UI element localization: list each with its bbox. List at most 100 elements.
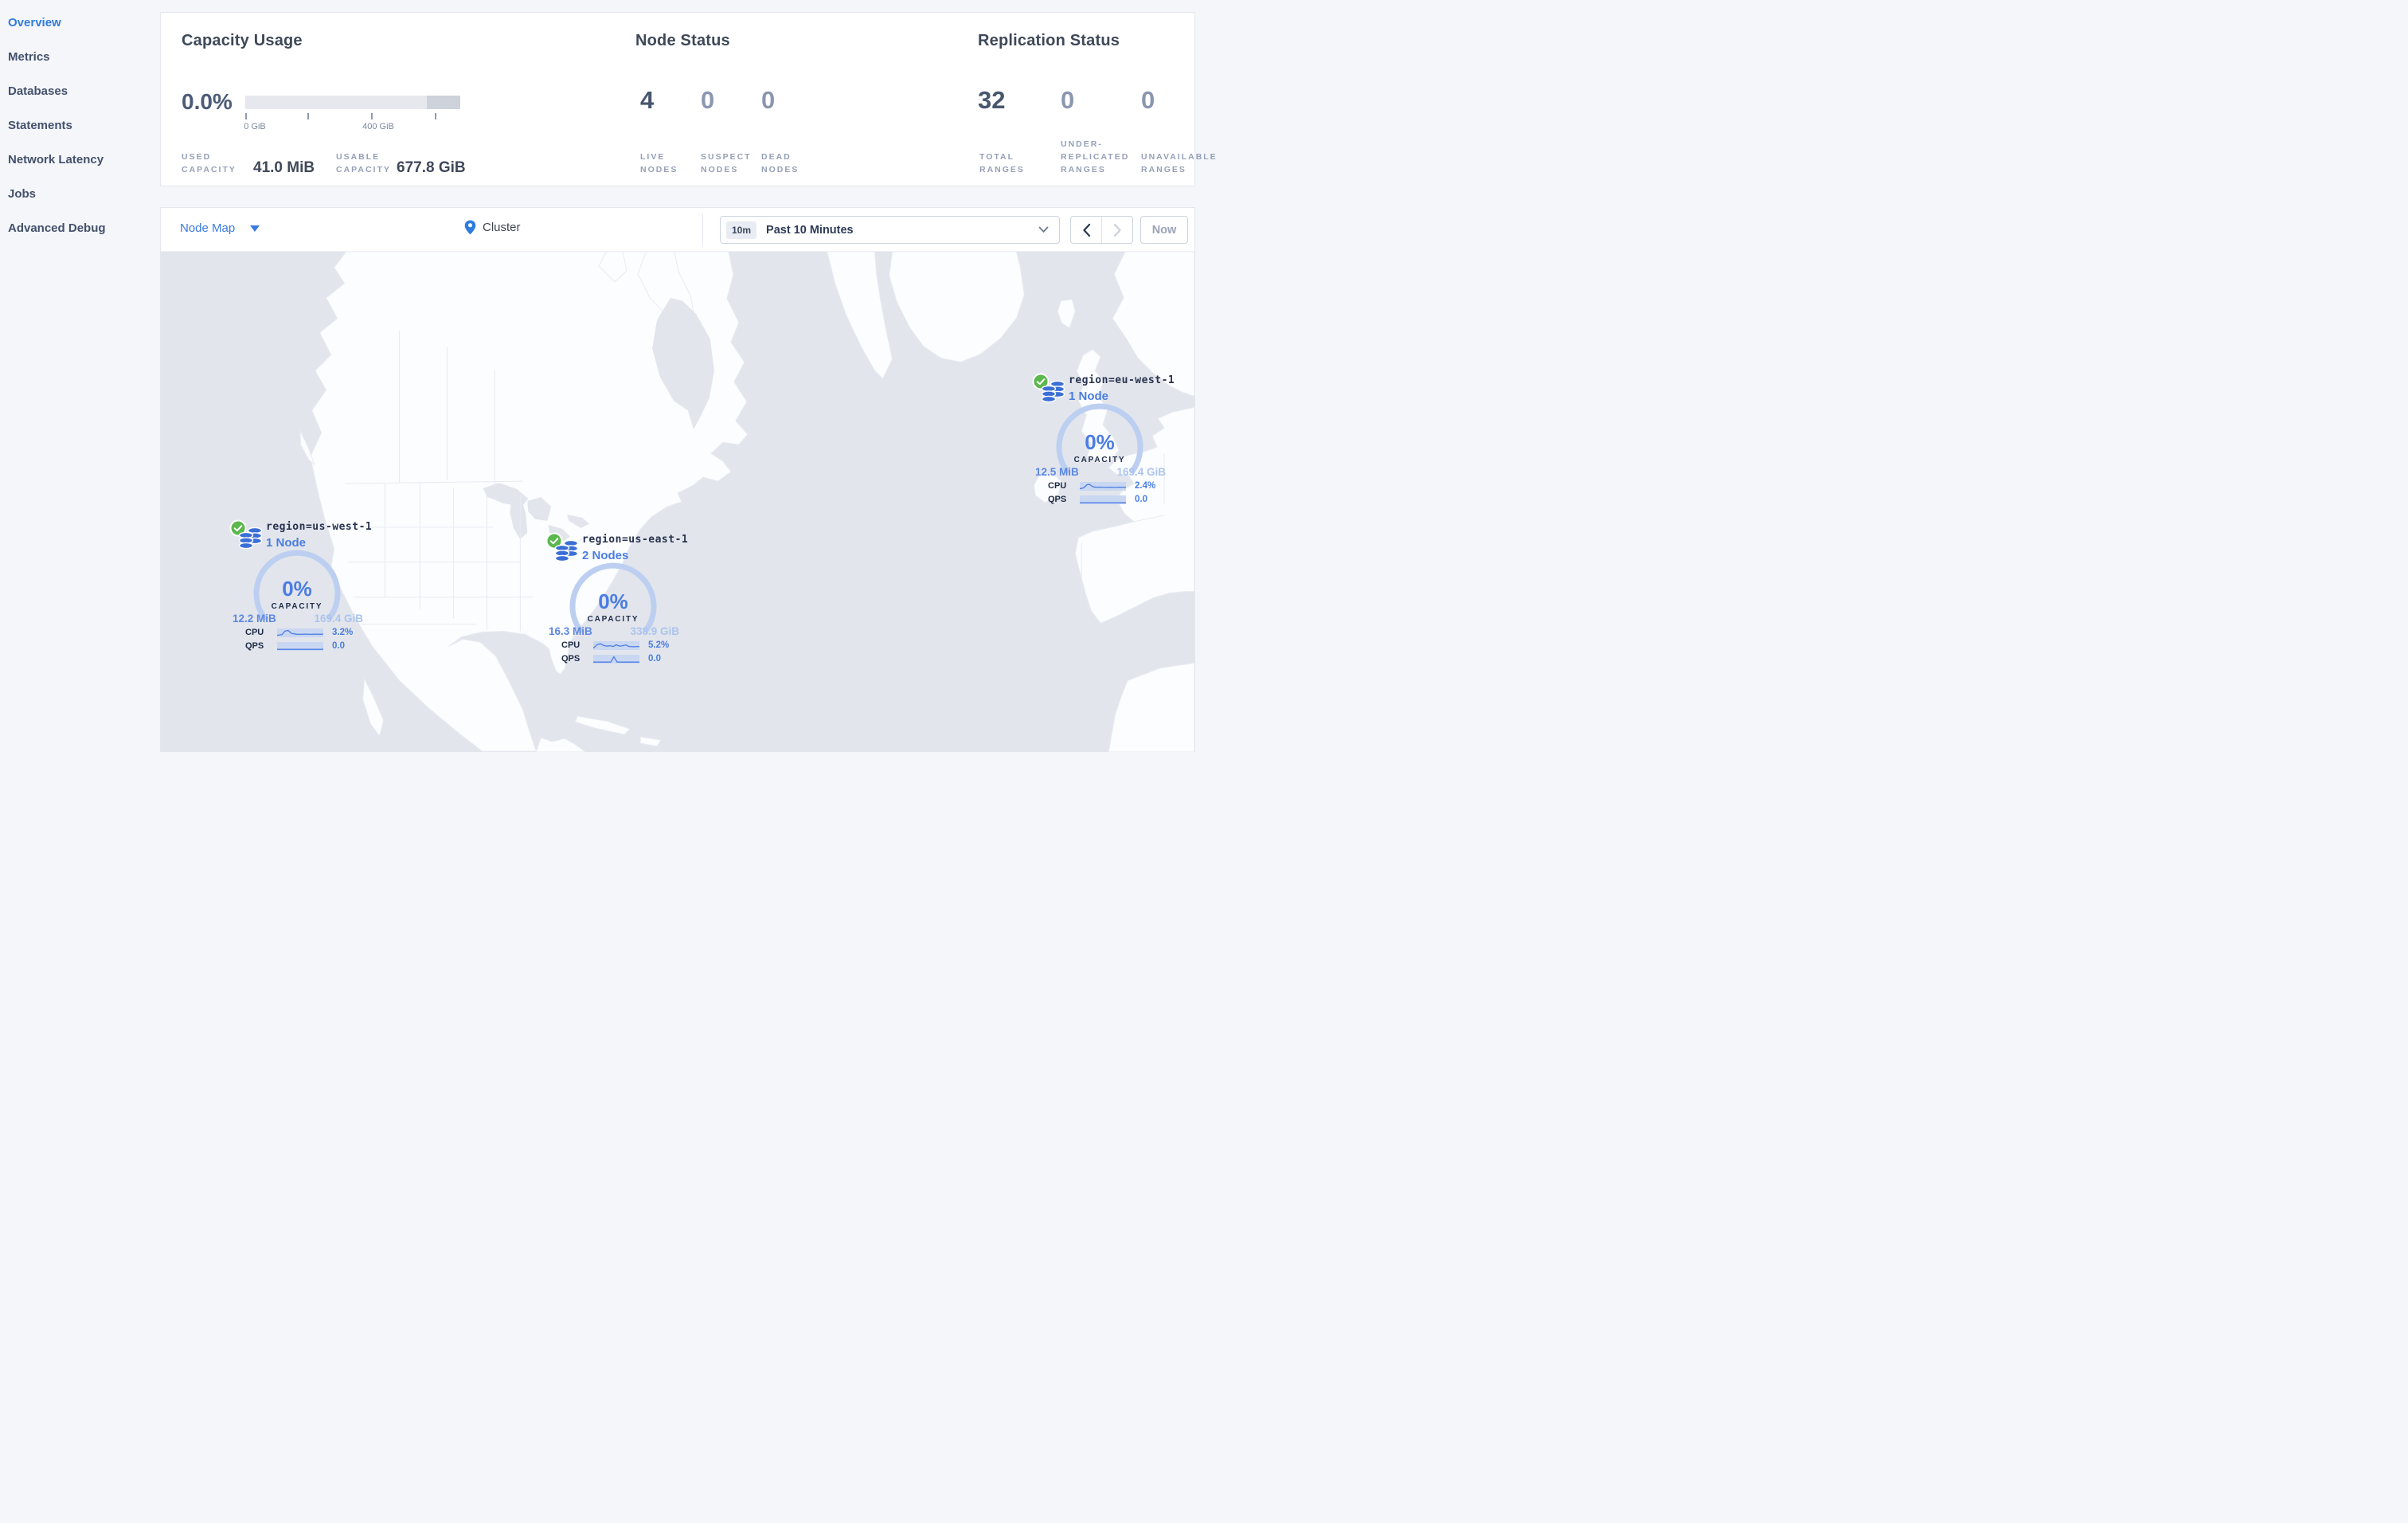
chevron-left-icon — [1082, 223, 1090, 237]
time-range-dropdown[interactable]: 10m Past 10 Minutes — [720, 216, 1060, 244]
capacity-axis-tick — [307, 113, 309, 119]
sidebar-item-metrics[interactable]: Metrics — [0, 40, 160, 74]
breadcrumb[interactable]: Cluster — [464, 220, 521, 235]
cuba-island — [574, 715, 631, 735]
chevron-down-icon — [250, 225, 260, 232]
capacity-axis-tick — [245, 113, 247, 119]
unavailable-ranges-count: 0 — [1141, 86, 1155, 114]
capacity-bar-dark-segment — [427, 96, 460, 109]
cpu-sparkline — [1080, 481, 1126, 491]
now-button[interactable]: Now — [1140, 216, 1188, 244]
hispaniola-island — [639, 736, 662, 747]
capacity-axis-tick — [371, 113, 373, 119]
next-time-button[interactable] — [1102, 217, 1132, 243]
time-range-label: Past 10 Minutes — [766, 223, 854, 237]
map-toolbar: Node Map Cluster 10m Past 10 Minutes Now — [161, 208, 1194, 252]
used-capacity-value: 41.0 MiB — [253, 159, 315, 176]
capacity-used-percent: 0.0% — [182, 89, 233, 114]
region-capacity-label: CAPACITY — [587, 615, 639, 624]
capacity-axis-label-0: 0 GiB — [244, 122, 266, 131]
dead-nodes-label: DEAD NODES — [761, 152, 799, 174]
region-usable-capacity: 169.4 GiB — [1116, 466, 1166, 478]
region-usable-capacity: 338.9 GiB — [630, 625, 679, 637]
central-america — [535, 737, 587, 752]
region-name: region=us-west-1 — [266, 521, 373, 533]
capacity-axis-label-400: 400 GiB — [362, 122, 394, 131]
sidebar-item-advanced-debug[interactable]: Advanced Debug — [0, 211, 160, 245]
db-console-overview-page: { "colors": { "accent_blue": "#2f7cdf", … — [0, 0, 1216, 762]
prev-time-button[interactable] — [1071, 217, 1102, 243]
breadcrumb-cluster-label: Cluster — [483, 221, 521, 234]
cpu-label: CPU — [561, 640, 580, 650]
region-capacity-label: CAPACITY — [271, 602, 323, 611]
region-usable-capacity: 169.4 GiB — [314, 613, 363, 624]
view-mode-dropdown[interactable]: Node Map — [180, 221, 260, 235]
region-capacity-percent: 0% — [1085, 430, 1115, 454]
used-capacity-label: USED CAPACITY — [182, 152, 236, 174]
live-nodes-count: 4 — [640, 86, 655, 114]
qps-label: QPS — [561, 654, 580, 664]
node-map-panel: Node Map Cluster 10m Past 10 Minutes Now… — [160, 207, 1195, 752]
qps-sparkline — [1080, 495, 1126, 504]
region-name: region=eu-west-1 — [1069, 374, 1175, 386]
qps-value: 0.0 — [648, 654, 661, 664]
region-marker-us-east-1[interactable]: region=us-east-1 2 Nodes 0% CAPACITY 16.… — [538, 532, 689, 671]
map-pin-icon — [464, 220, 476, 235]
database-stack-icon — [554, 539, 579, 562]
greenland-east — [889, 252, 1025, 363]
cpu-value: 2.4% — [1135, 481, 1156, 491]
usable-capacity-label: USABLE CAPACITY — [336, 152, 391, 174]
cpu-value: 5.2% — [648, 640, 670, 650]
time-range-badge: 10m — [726, 221, 757, 239]
region-marker-eu-west-1[interactable]: region=eu-west-1 1 Node 0% CAPACITY 12.5… — [1024, 373, 1175, 512]
cpu-value: 3.2% — [332, 628, 354, 637]
capacity-usage-bar: 0 GiB 400 GiB — [244, 96, 460, 131]
region-capacity-percent: 0% — [282, 577, 312, 601]
world-map[interactable]: region=us-west-1 1 Node 0% CAPACITY 12.2… — [161, 252, 1194, 752]
under-replicated-ranges-label: UNDER- REPLICATED RANGES — [1061, 139, 1130, 174]
node-status-title: Node Status — [635, 32, 730, 49]
sidebar-item-statements[interactable]: Statements — [0, 108, 160, 143]
north-africa — [1108, 662, 1194, 752]
replication-status-title: Replication Status — [978, 32, 1120, 49]
region-capacity-label: CAPACITY — [1073, 456, 1126, 464]
cluster-summary-panel: Capacity Usage 0.0% 0 GiB 400 GiB USED C… — [160, 12, 1216, 186]
region-used-capacity: 12.5 MiB — [1035, 466, 1079, 478]
usable-capacity-value: 677.8 GiB — [397, 159, 466, 176]
region-marker-us-west-1[interactable]: region=us-west-1 1 Node 0% CAPACITY 12.2… — [221, 519, 373, 659]
region-used-capacity: 16.3 MiB — [549, 625, 592, 637]
capacity-axis-tick — [435, 113, 436, 119]
database-stack-icon — [1041, 380, 1065, 403]
database-stack-icon — [238, 527, 263, 550]
under-replicated-ranges-count: 0 — [1061, 86, 1075, 114]
toolbar-divider — [702, 213, 703, 246]
time-step-buttons — [1070, 216, 1133, 244]
dead-nodes-count: 0 — [761, 86, 776, 114]
baja-peninsula — [362, 677, 385, 738]
unavailable-ranges-label: UNAVAILABLE RANGES — [1141, 152, 1218, 174]
cpu-label: CPU — [1048, 481, 1067, 491]
qps-label: QPS — [245, 641, 264, 651]
qps-sparkline — [593, 654, 639, 664]
capacity-usage-title: Capacity Usage — [182, 32, 303, 49]
greenland-west — [827, 252, 893, 380]
qps-label: QPS — [1048, 495, 1067, 504]
cpu-sparkline — [593, 640, 639, 650]
region-used-capacity: 12.2 MiB — [233, 613, 276, 624]
sidebar-item-network-latency[interactable]: Network Latency — [0, 143, 160, 177]
vancouver-island — [299, 430, 315, 466]
total-ranges-count: 32 — [978, 86, 1006, 114]
live-nodes-label: LIVE NODES — [640, 152, 678, 174]
chevron-right-icon — [1113, 223, 1121, 237]
qps-value: 0.0 — [1135, 495, 1147, 504]
qps-sparkline — [277, 641, 323, 651]
sidebar-item-databases[interactable]: Databases — [0, 74, 160, 108]
sidebar-nav: Overview Metrics Databases Statements Ne… — [0, 0, 160, 762]
sidebar-item-jobs[interactable]: Jobs — [0, 177, 160, 211]
sidebar-item-overview[interactable]: Overview — [0, 6, 160, 40]
region-name: region=us-east-1 — [582, 534, 689, 546]
cpu-sparkline — [277, 628, 323, 637]
chevron-down-icon — [1038, 226, 1049, 233]
qps-value: 0.0 — [332, 641, 345, 651]
suspect-nodes-label: SUSPECT NODES — [701, 152, 752, 174]
